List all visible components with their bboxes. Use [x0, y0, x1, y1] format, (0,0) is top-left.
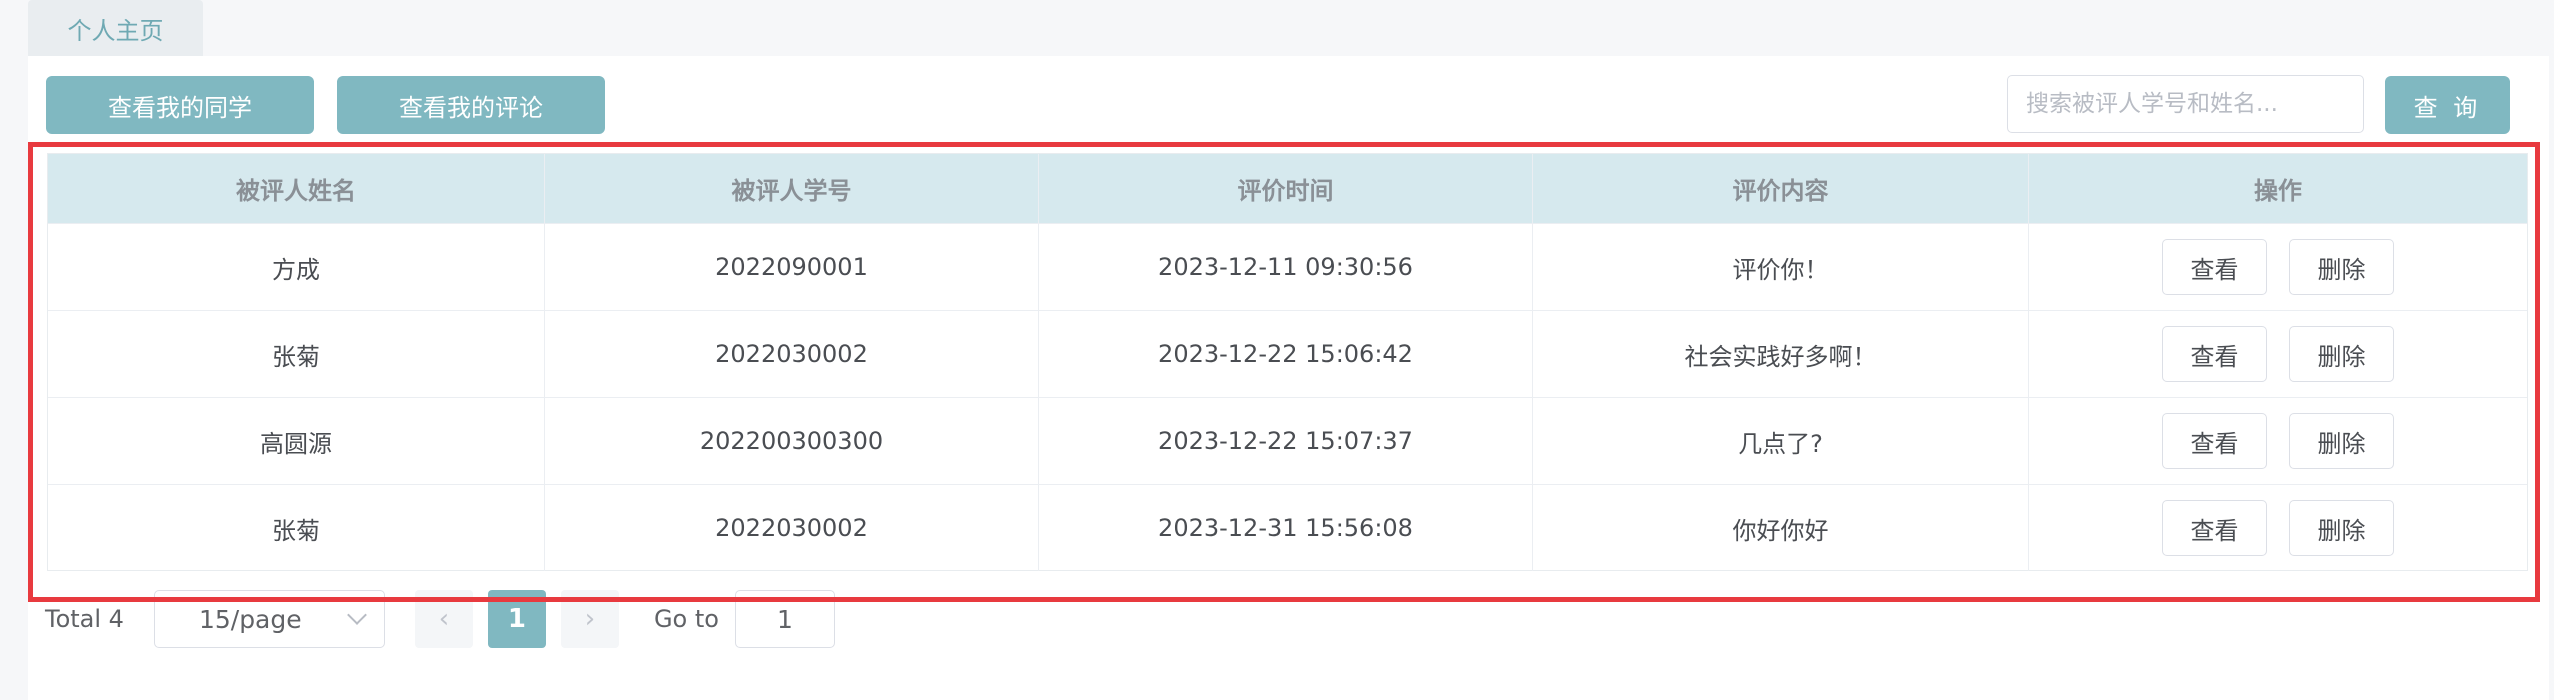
cell-student-id: 202200300300	[545, 398, 1039, 484]
view-button[interactable]: 查看	[2162, 326, 2267, 382]
cell-actions: 查看 删除	[2029, 224, 2527, 310]
cell-actions: 查看 删除	[2029, 311, 2527, 397]
page-size-value: 15/page	[198, 604, 302, 634]
chevron-down-icon	[347, 605, 367, 625]
delete-button[interactable]: 删除	[2289, 326, 2394, 382]
view-classmates-button[interactable]: 查看我的同学	[46, 76, 314, 134]
chevron-left-icon: ‹	[438, 604, 450, 634]
comments-table: 被评人姓名 被评人学号 评价时间 评价内容 操作 方成 2022090001 2…	[47, 153, 2528, 571]
goto-label: Go to	[653, 605, 719, 633]
cell-student-id: 2022090001	[545, 224, 1039, 310]
chevron-right-icon: ›	[584, 604, 596, 634]
table-row: 张菊 2022030002 2023-12-31 15:56:08 你好你好 查…	[48, 484, 2527, 571]
table-body: 方成 2022090001 2023-12-11 09:30:56 评价你！ 查…	[48, 223, 2527, 571]
cell-student-id: 2022030002	[545, 485, 1039, 571]
page-number-current[interactable]: 1	[487, 590, 546, 648]
header-time: 评价时间	[1039, 154, 1533, 223]
view-button[interactable]: 查看	[2162, 500, 2267, 556]
delete-button[interactable]: 删除	[2289, 413, 2394, 469]
cell-actions: 查看 删除	[2029, 398, 2527, 484]
cell-name: 张菊	[48, 485, 545, 571]
table-row: 方成 2022090001 2023-12-11 09:30:56 评价你！ 查…	[48, 223, 2527, 310]
page-size-select[interactable]: 15/page	[153, 590, 385, 648]
cell-name: 张菊	[48, 311, 545, 397]
total-count: Total 4	[45, 605, 124, 633]
cell-name: 方成	[48, 224, 545, 310]
cell-name: 高圆源	[48, 398, 545, 484]
header-content: 评价内容	[1533, 154, 2029, 223]
cell-time: 2023-12-11 09:30:56	[1039, 224, 1533, 310]
cell-time: 2023-12-22 15:07:37	[1039, 398, 1533, 484]
table-row: 高圆源 202200300300 2023-12-22 15:07:37 几点了…	[48, 397, 2527, 484]
search-input[interactable]	[2026, 91, 2363, 117]
cell-actions: 查看 删除	[2029, 485, 2527, 571]
tab-bar: 个人主页	[28, 0, 203, 56]
header-name: 被评人姓名	[48, 154, 545, 223]
cell-time: 2023-12-22 15:06:42	[1039, 311, 1533, 397]
view-button[interactable]: 查看	[2162, 413, 2267, 469]
delete-button[interactable]: 删除	[2289, 239, 2394, 295]
pagination: Total 4 15/page ‹ 1 › Go to 1	[45, 590, 835, 648]
cell-student-id: 2022030002	[545, 311, 1039, 397]
next-page-button[interactable]: ›	[560, 590, 619, 648]
cell-content: 社会实践好多啊！	[1533, 311, 2029, 397]
table-header: 被评人姓名 被评人学号 评价时间 评价内容 操作	[48, 154, 2527, 223]
tab-profile[interactable]: 个人主页	[28, 0, 203, 56]
prev-page-button[interactable]: ‹	[414, 590, 473, 648]
cell-content: 你好你好	[1533, 485, 2029, 571]
view-button[interactable]: 查看	[2162, 239, 2267, 295]
cell-content: 评价你！	[1533, 224, 2029, 310]
cell-time: 2023-12-31 15:56:08	[1039, 485, 1533, 571]
header-actions: 操作	[2254, 177, 2302, 205]
cell-content: 几点了?	[1533, 398, 2029, 484]
query-button[interactable]: 查 询	[2385, 76, 2510, 134]
header-student-id: 被评人学号	[545, 154, 1039, 223]
goto-page-input[interactable]: 1	[734, 590, 835, 648]
table-row: 张菊 2022030002 2023-12-22 15:06:42 社会实践好多…	[48, 310, 2527, 397]
view-comments-button[interactable]: 查看我的评论	[337, 76, 605, 134]
search-field[interactable]	[2007, 75, 2364, 133]
delete-button[interactable]: 删除	[2289, 500, 2394, 556]
